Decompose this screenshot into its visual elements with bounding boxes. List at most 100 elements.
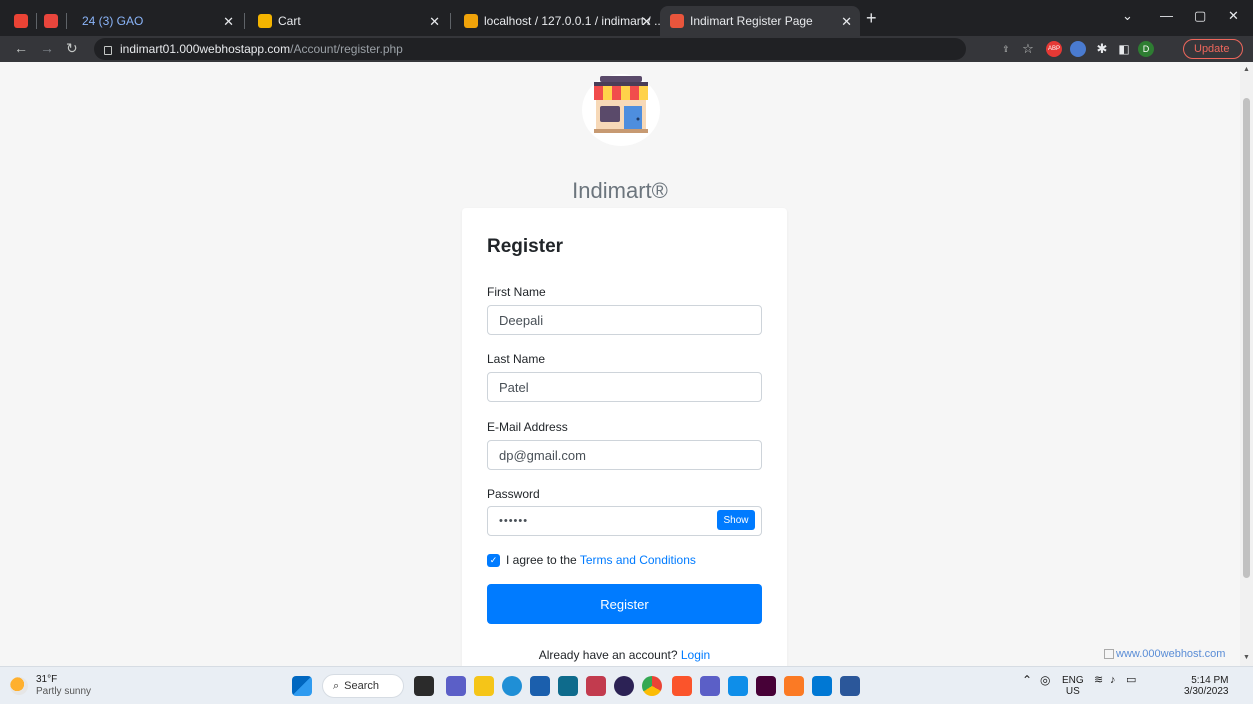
first-name-label: First Name (487, 285, 546, 299)
tab-separator (36, 13, 37, 29)
puzzle-icon[interactable]: ✱ (1094, 41, 1110, 57)
maximize-icon[interactable]: ▢ (1194, 8, 1206, 24)
store-favicon-icon (670, 14, 684, 28)
new-tab-icon[interactable]: + (866, 8, 877, 29)
back-icon[interactable]: ← (14, 40, 28, 56)
adblock-label: ABP (1047, 46, 1060, 52)
first-name-input[interactable]: Deepali (487, 305, 762, 335)
tab-gao-label: 24 (3) GAO (82, 14, 144, 28)
tab-gmail[interactable] (14, 6, 30, 36)
terms-checkbox[interactable]: ✓ (487, 554, 500, 567)
address-bar[interactable]: indimart01.000webhostapp.com/Account/reg… (94, 38, 966, 60)
language-indicator[interactable]: ENG US (1062, 675, 1084, 697)
close-icon[interactable]: ✕ (641, 14, 652, 30)
terms-agreement: I agree to the Terms and Conditions (506, 553, 696, 567)
scroll-up-icon[interactable]: ▲ (1243, 66, 1250, 73)
start-icon[interactable] (292, 676, 312, 696)
gmail-icon (14, 14, 28, 28)
tab-register-label: Indimart Register Page (690, 14, 813, 28)
app-icon[interactable] (558, 676, 578, 696)
register-button[interactable]: Register (487, 584, 762, 624)
adblock-icon[interactable]: ABP (1046, 41, 1062, 57)
close-icon[interactable]: ✕ (223, 14, 234, 30)
clock-time: 5:14 PM (1191, 675, 1229, 686)
last-name-label: Last Name (487, 352, 546, 366)
forward-icon[interactable]: → (40, 40, 54, 56)
file-explorer-icon[interactable] (474, 676, 494, 696)
side-panel-icon[interactable]: ◧ (1116, 41, 1132, 57)
windows-taskbar: 31°F Partly sunny ⌕ Search ⌃ ◎ ENG US ≋ … (0, 666, 1253, 704)
profile-initial: D (1142, 44, 1150, 54)
chrome-icon[interactable] (642, 676, 662, 696)
update-button[interactable]: Update (1183, 39, 1243, 59)
temperature: 31°F (36, 674, 58, 685)
edge-icon[interactable] (502, 676, 522, 696)
close-icon[interactable]: ✕ (429, 14, 440, 30)
task-view-icon[interactable] (414, 676, 434, 696)
window-close-icon[interactable]: ✕ (1228, 8, 1239, 24)
card-title: Register (487, 236, 564, 257)
clock-date: 3/30/2023 (1184, 686, 1229, 697)
tray-app-icon[interactable]: ◎ (1040, 674, 1050, 686)
minimize-icon[interactable]: — (1160, 8, 1173, 23)
wifi-icon[interactable]: ≋ (1094, 675, 1103, 686)
tab-phpmyadmin-label: localhost / 127.0.0.1 / indimart / ... (484, 14, 660, 28)
antivirus-icon[interactable] (586, 676, 606, 696)
page-scrollbar[interactable]: ▲ ▼ (1240, 62, 1253, 666)
password-label: Password (487, 487, 540, 501)
eclipse-icon[interactable] (614, 676, 634, 696)
login-prompt: Already have an account? Login (462, 648, 787, 662)
tab-gao[interactable]: 24 (3) GAO ✕ (72, 6, 242, 36)
tab-register[interactable]: Indimart Register Page ✕ (660, 6, 860, 36)
indimart-logo (582, 74, 660, 146)
tab-search-icon[interactable]: ⌄ (1122, 8, 1133, 24)
tray-overflow-icon[interactable]: ⌃ (1022, 674, 1032, 686)
store-logo-icon (594, 76, 648, 133)
webhost-badge[interactable]: www.000webhost.com (1104, 648, 1225, 660)
tab-separator (450, 13, 451, 29)
tab-cart-label: Cart (278, 14, 301, 28)
store-icon[interactable] (530, 676, 550, 696)
search-icon: ⌕ (333, 679, 340, 692)
last-name-input[interactable]: Patel (487, 372, 762, 402)
browser-toolbar: ← → ↻ indimart01.000webhostapp.com/Accou… (0, 36, 1253, 62)
reload-icon[interactable]: ↻ (66, 40, 78, 57)
phpmyadmin-icon (464, 14, 478, 28)
email-input[interactable]: dp@gmail.com (487, 440, 762, 470)
weather-text: 31°F Partly sunny (36, 674, 91, 698)
terms-link[interactable]: Terms and Conditions (580, 553, 696, 567)
tab-pinned[interactable] (44, 6, 60, 36)
teams-icon[interactable] (700, 676, 720, 696)
scroll-down-icon[interactable]: ▼ (1243, 654, 1250, 661)
profile-avatar[interactable]: D (1138, 41, 1154, 57)
taskbar-search[interactable]: ⌕ Search (322, 674, 404, 698)
broken-image-icon (1104, 649, 1114, 660)
tab-cart[interactable]: Cart ✕ (248, 6, 448, 36)
teamviewer-icon[interactable] (728, 676, 748, 696)
email-label: E-Mail Address (487, 420, 568, 434)
update-label: Update (1194, 43, 1230, 55)
weather-widget[interactable]: 31°F Partly sunny (10, 674, 91, 698)
adobe-xd-icon[interactable] (756, 676, 776, 696)
show-password-button[interactable]: Show (717, 510, 755, 530)
share-icon[interactable]: ⇪ (998, 41, 1014, 57)
search-label: Search (344, 680, 380, 692)
webhost-text: www.000webhost.com (1116, 648, 1226, 660)
clock[interactable]: 5:14 PM 3/30/2023 (1184, 675, 1229, 697)
bookmark-star-icon[interactable]: ☆ (1020, 41, 1036, 57)
url-path: /Account/register.php (290, 42, 403, 56)
volume-icon[interactable]: ♪ (1110, 675, 1116, 686)
tab-phpmyadmin[interactable]: localhost / 127.0.0.1 / indimart / ... ✕ (454, 6, 660, 36)
word-icon[interactable] (840, 676, 860, 696)
vscode-icon[interactable] (812, 676, 832, 696)
extension-icon[interactable] (1070, 41, 1086, 57)
url-host: indimart01.000webhostapp.com (120, 42, 291, 56)
login-link[interactable]: Login (681, 648, 710, 662)
xampp-icon[interactable] (784, 676, 804, 696)
close-icon[interactable]: ✕ (841, 14, 852, 30)
battery-icon[interactable]: ▭ (1126, 675, 1136, 686)
cart-favicon-icon (258, 14, 272, 28)
chat-icon[interactable] (446, 676, 466, 696)
brave-icon[interactable] (672, 676, 692, 696)
scroll-thumb[interactable] (1243, 98, 1250, 578)
